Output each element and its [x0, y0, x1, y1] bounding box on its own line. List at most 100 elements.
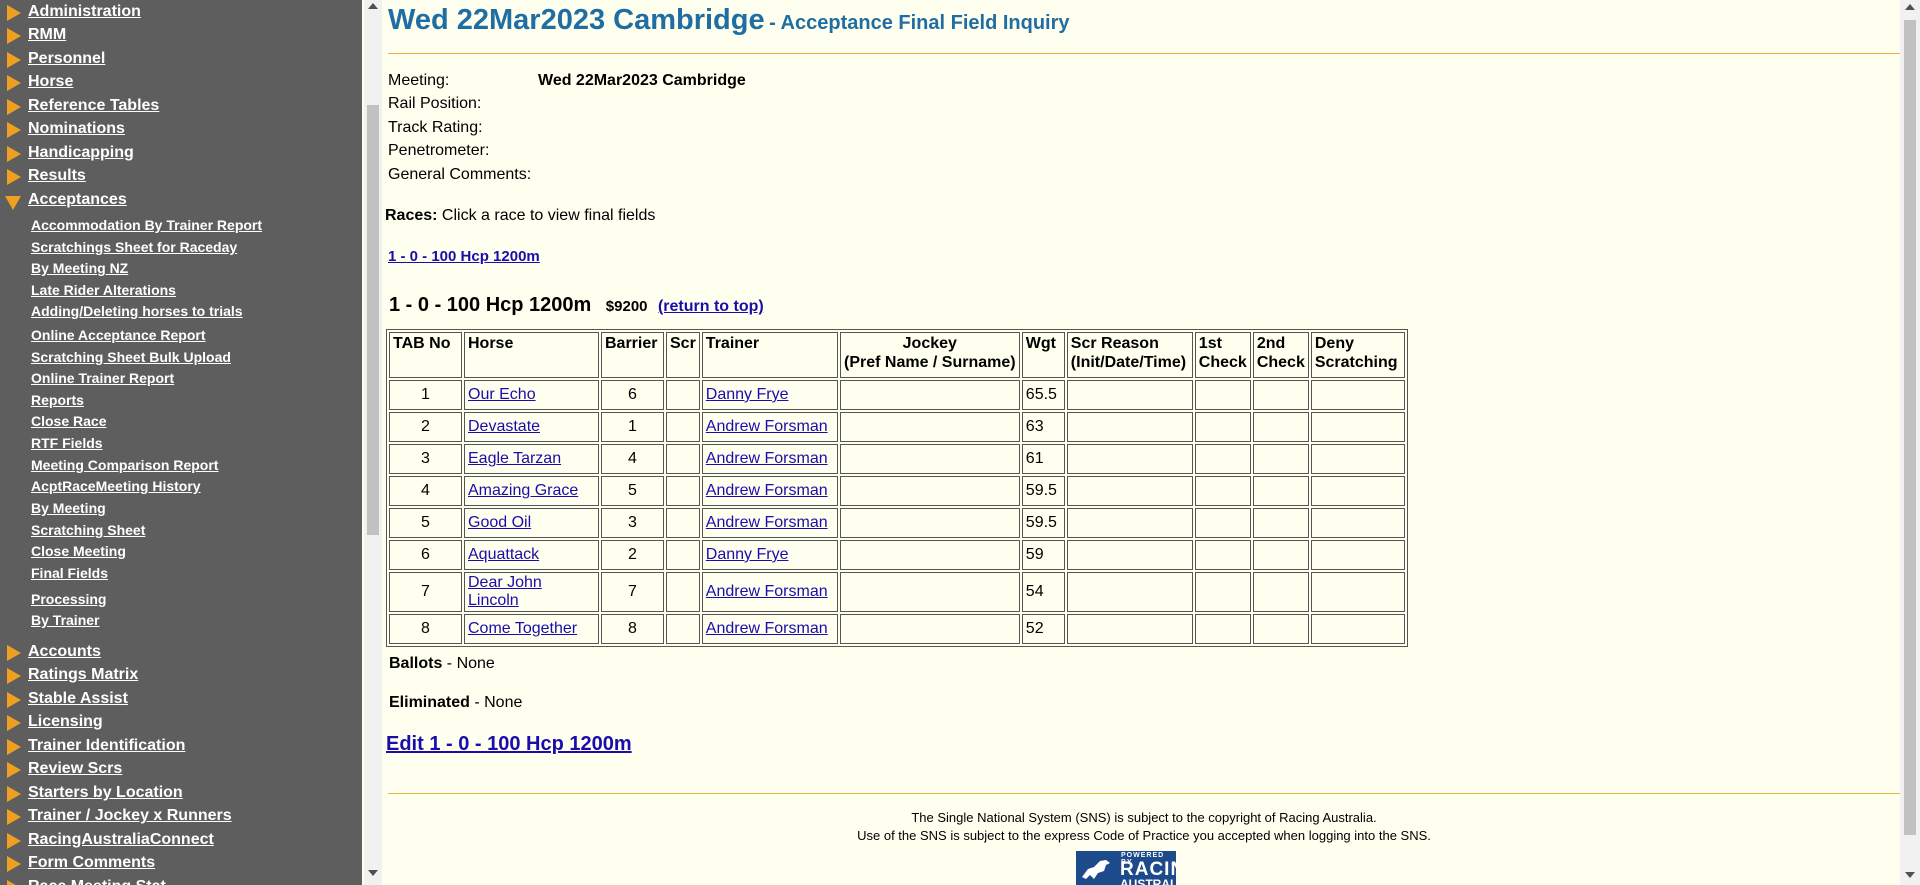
sidebar-group-link[interactable]: Administration	[28, 3, 141, 21]
sidebar-item-by-meeting-nz[interactable]: By Meeting NZ	[31, 260, 128, 280]
sidebar-group-race-meeting-stat[interactable]: Race Meeting Stat	[0, 877, 362, 885]
sidebar-group-horse[interactable]: Horse	[0, 72, 362, 94]
collapsed-arrow-icon[interactable]	[7, 833, 21, 849]
sidebar-group-acceptances[interactable]: Acceptances	[0, 190, 362, 212]
sidebar-item-label[interactable]: Scratching Sheet	[31, 522, 145, 538]
sidebar-item-label[interactable]: By Trainer	[31, 612, 99, 628]
sidebar-group-personnel[interactable]: Personnel	[0, 49, 362, 71]
sidebar-group-link[interactable]: Nominations	[28, 120, 125, 138]
horse-link[interactable]: Aquattack	[468, 546, 539, 563]
sidebar-group-link[interactable]: Starters by Location	[28, 784, 183, 802]
sidebar-item-close-race[interactable]: Close Race	[31, 413, 106, 433]
sidebar-group-link[interactable]: Reference Tables	[28, 97, 159, 115]
sidebar-group-handicapping[interactable]: Handicapping	[0, 143, 362, 165]
trainer-link[interactable]: Andrew Forsman	[706, 418, 828, 435]
sidebar-group-link[interactable]: Review Scrs	[28, 760, 122, 778]
sidebar-item-by-meeting[interactable]: By Meeting	[31, 500, 106, 520]
sidebar-scrollbar[interactable]	[364, 0, 382, 885]
collapsed-arrow-icon[interactable]	[7, 645, 21, 661]
sidebar-group-rmm[interactable]: RMM	[0, 25, 362, 47]
trainer-link[interactable]: Andrew Forsman	[706, 620, 828, 637]
sidebar-item-label[interactable]: RTF Fields	[31, 435, 103, 451]
sidebar-item-rtf-fields[interactable]: RTF Fields	[31, 435, 103, 455]
collapsed-arrow-icon[interactable]	[7, 28, 21, 44]
collapsed-arrow-icon[interactable]	[7, 715, 21, 731]
edit-race-link[interactable]: Edit 1 - 0 - 100 Hcp 1200m	[386, 733, 632, 756]
return-to-top-link[interactable]: (return to top)	[658, 298, 764, 315]
collapsed-arrow-icon[interactable]	[7, 146, 21, 162]
sidebar-group-link[interactable]: Acceptances	[28, 191, 127, 209]
scroll-up-arrow-icon[interactable]	[368, 3, 378, 9]
page-scrollbar[interactable]	[1900, 0, 1920, 885]
race-link[interactable]: 1 - 0 - 100 Hcp 1200m	[388, 248, 540, 265]
sidebar-group-stable-assist[interactable]: Stable Assist	[0, 689, 362, 711]
trainer-link[interactable]: Andrew Forsman	[706, 482, 828, 499]
sidebar-group-accounts[interactable]: Accounts	[0, 642, 362, 664]
page-scrollbar-thumb[interactable]	[1904, 20, 1916, 835]
sidebar-group-link[interactable]: RacingAustraliaConnect	[28, 831, 214, 849]
trainer-link[interactable]: Danny Frye	[706, 386, 789, 403]
sidebar-group-racingaustraliaconnect[interactable]: RacingAustraliaConnect	[0, 830, 362, 852]
sidebar-item-label[interactable]: Meeting Comparison Report	[31, 457, 218, 473]
sidebar-item-label[interactable]: Close Race	[31, 413, 106, 429]
sidebar-group-review-scrs[interactable]: Review Scrs	[0, 759, 362, 781]
sidebar-item-scratching-sheet-bulk-upload[interactable]: Scratching Sheet Bulk Upload	[31, 349, 231, 369]
sidebar-item-scratchings-sheet-for-raceday[interactable]: Scratchings Sheet for Raceday	[31, 239, 237, 259]
sidebar-group-reference-tables[interactable]: Reference Tables	[0, 96, 362, 118]
sidebar-group-ratings-matrix[interactable]: Ratings Matrix	[0, 665, 362, 687]
sidebar-group-trainer-identification[interactable]: Trainer Identification	[0, 736, 362, 758]
collapsed-arrow-icon[interactable]	[7, 52, 21, 68]
sidebar-group-form-comments[interactable]: Form Comments	[0, 853, 362, 875]
sidebar-item-label[interactable]: Accommodation By Trainer Report	[31, 217, 262, 233]
sidebar-group-link[interactable]: Results	[28, 167, 86, 185]
collapsed-arrow-icon[interactable]	[7, 856, 21, 872]
sidebar-group-link[interactable]: Ratings Matrix	[28, 666, 138, 684]
sidebar-group-link[interactable]: RMM	[28, 26, 66, 44]
sidebar-group-results[interactable]: Results	[0, 166, 362, 188]
horse-link[interactable]: Devastate	[468, 418, 540, 435]
sidebar-item-final-fields[interactable]: Final Fields	[31, 565, 108, 585]
sidebar-item-acptracemeeting-history[interactable]: AcptRaceMeeting History	[31, 478, 201, 498]
collapsed-arrow-icon[interactable]	[7, 5, 21, 21]
sidebar-item-label[interactable]: Online Acceptance Report	[31, 327, 206, 343]
sidebar-item-label[interactable]: Close Meeting	[31, 543, 126, 559]
collapsed-arrow-icon[interactable]	[7, 809, 21, 825]
sidebar-group-licensing[interactable]: Licensing	[0, 712, 362, 734]
collapsed-arrow-icon[interactable]	[7, 786, 21, 802]
collapsed-arrow-icon[interactable]	[7, 75, 21, 91]
sidebar-group-link[interactable]: Race Meeting Stat	[28, 878, 166, 885]
sidebar-item-label[interactable]: Online Trainer Report	[31, 370, 174, 386]
collapsed-arrow-icon[interactable]	[7, 122, 21, 138]
collapsed-arrow-icon[interactable]	[7, 692, 21, 708]
sidebar-item-late-rider-alterations[interactable]: Late Rider Alterations	[31, 282, 176, 302]
sidebar-item-online-trainer-report[interactable]: Online Trainer Report	[31, 370, 174, 390]
horse-link[interactable]: Come Together	[468, 620, 577, 637]
sidebar-item-label[interactable]: Adding/Deleting horses to trials	[31, 303, 243, 319]
sidebar-item-processing[interactable]: Processing	[31, 591, 106, 611]
collapsed-arrow-icon[interactable]	[7, 762, 21, 778]
expanded-arrow-icon[interactable]	[5, 196, 21, 210]
sidebar-item-online-acceptance-report[interactable]: Online Acceptance Report	[31, 327, 206, 347]
sidebar-group-link[interactable]: Trainer Identification	[28, 737, 185, 755]
sidebar-group-starters-by-location[interactable]: Starters by Location	[0, 783, 362, 805]
horse-link[interactable]: Good Oil	[468, 514, 531, 531]
horse-link[interactable]: Eagle Tarzan	[468, 450, 561, 467]
horse-link[interactable]: Dear John Lincoln	[468, 574, 542, 609]
sidebar-group-link[interactable]: Trainer / Jockey x Runners	[28, 807, 232, 825]
sidebar-item-meeting-comparison-report[interactable]: Meeting Comparison Report	[31, 457, 218, 477]
sidebar-item-adding-deleting-horses-to-trials[interactable]: Adding/Deleting horses to trials	[31, 303, 243, 323]
trainer-link[interactable]: Andrew Forsman	[706, 450, 828, 467]
sidebar-item-label[interactable]: AcptRaceMeeting History	[31, 478, 201, 494]
sidebar-group-nominations[interactable]: Nominations	[0, 119, 362, 141]
sidebar-item-label[interactable]: Scratching Sheet Bulk Upload	[31, 349, 231, 365]
sidebar-item-close-meeting[interactable]: Close Meeting	[31, 543, 126, 563]
sidebar-group-link[interactable]: Horse	[28, 73, 73, 91]
sidebar-group-link[interactable]: Accounts	[28, 643, 101, 661]
sidebar-item-label[interactable]: Reports	[31, 392, 84, 408]
sidebar-group-link[interactable]: Licensing	[28, 713, 103, 731]
sidebar-group-trainer-jockey-x-runners[interactable]: Trainer / Jockey x Runners	[0, 806, 362, 828]
sidebar-group-link[interactable]: Form Comments	[28, 854, 155, 872]
horse-link[interactable]: Amazing Grace	[468, 482, 578, 499]
sidebar-item-by-trainer[interactable]: By Trainer	[31, 612, 99, 632]
scrollbar-thumb[interactable]	[367, 105, 379, 535]
